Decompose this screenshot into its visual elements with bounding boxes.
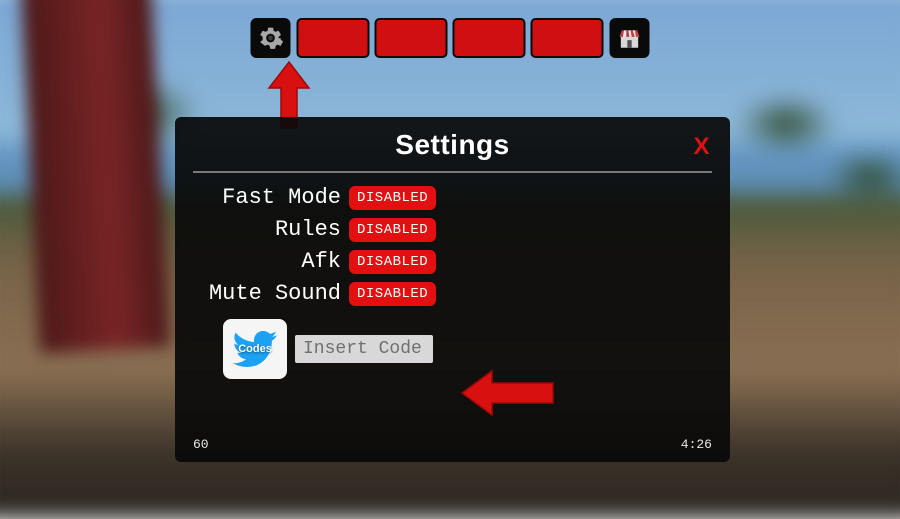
toggle-fast-mode[interactable]: DISABLED	[349, 186, 436, 210]
shop-button[interactable]	[610, 18, 650, 58]
settings-list: Fast Mode DISABLED Rules DISABLED Afk DI…	[191, 185, 714, 379]
setting-label: Rules	[193, 217, 349, 242]
setting-label: Mute Sound	[193, 281, 349, 306]
settings-modal: Settings X Fast Mode DISABLED Rules DISA…	[175, 117, 730, 462]
close-button[interactable]: X	[693, 133, 710, 161]
setting-row-afk: Afk DISABLED	[193, 249, 714, 274]
modal-title: Settings	[395, 129, 509, 160]
codes-button-label: Codes	[238, 343, 272, 355]
hotbar-slot[interactable]	[297, 18, 370, 58]
settings-button[interactable]	[251, 18, 291, 58]
setting-row-mute-sound: Mute Sound DISABLED	[193, 281, 714, 306]
hotbar-slot[interactable]	[531, 18, 604, 58]
toggle-rules[interactable]: DISABLED	[349, 218, 436, 242]
footer-clock: 4:26	[681, 437, 712, 452]
setting-label: Afk	[193, 249, 349, 274]
footer-fps: 60	[193, 437, 209, 452]
modal-header: Settings X	[191, 127, 714, 171]
top-hud	[251, 18, 650, 58]
hotbar	[297, 18, 604, 58]
setting-label: Fast Mode	[193, 185, 349, 210]
codes-row: Codes	[193, 319, 714, 379]
toggle-mute-sound[interactable]: DISABLED	[349, 282, 436, 306]
hotbar-slot[interactable]	[453, 18, 526, 58]
setting-row-rules: Rules DISABLED	[193, 217, 714, 242]
shop-icon	[617, 25, 643, 51]
codes-button[interactable]: Codes	[223, 319, 287, 379]
modal-footer: 60 4:26	[191, 437, 714, 454]
gear-icon	[258, 25, 284, 51]
annotation-arrow-left	[460, 366, 555, 420]
background-pillar	[20, 0, 170, 353]
divider	[193, 171, 712, 173]
setting-row-fast-mode: Fast Mode DISABLED	[193, 185, 714, 210]
code-input[interactable]	[295, 335, 433, 363]
toggle-afk[interactable]: DISABLED	[349, 250, 436, 274]
hotbar-slot[interactable]	[375, 18, 448, 58]
